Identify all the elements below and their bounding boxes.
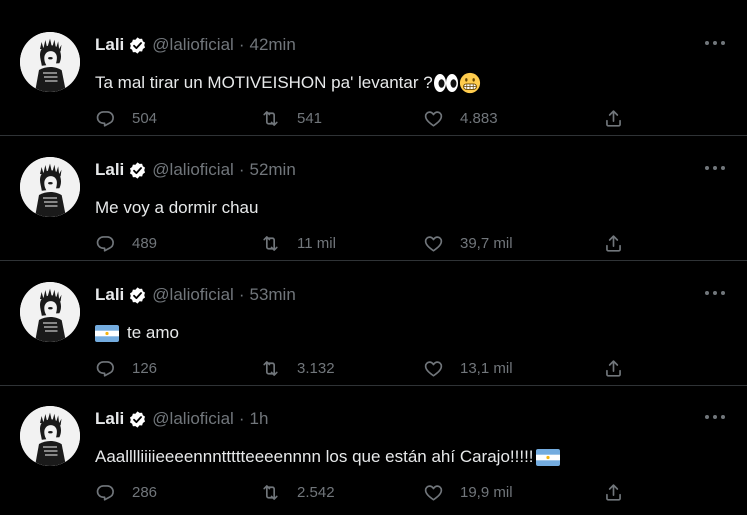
tweet-text: Me voy a dormir chau bbox=[95, 198, 259, 217]
tweet-text: Aaalllliiiieeeennnttttteeeennnn los que … bbox=[95, 447, 534, 466]
avatar[interactable] bbox=[20, 157, 80, 217]
more-icon[interactable] bbox=[705, 36, 725, 50]
verified-badge-icon bbox=[128, 410, 147, 429]
share-icon bbox=[603, 482, 624, 503]
tweet-text-row: Me voy a dormir chau bbox=[95, 195, 258, 221]
tweet-actions: 504 541 4.883 bbox=[95, 107, 635, 129]
tweet-header: Lali @lalioficial · 1h bbox=[95, 408, 268, 430]
like-icon bbox=[423, 482, 444, 503]
retweet-button[interactable]: 2.542 bbox=[260, 481, 335, 503]
more-icon[interactable] bbox=[705, 161, 725, 175]
share-button[interactable] bbox=[603, 481, 624, 503]
tweet-actions: 126 3.132 13,1 mil bbox=[95, 357, 635, 379]
share-button[interactable] bbox=[603, 107, 624, 129]
share-icon bbox=[603, 233, 624, 254]
author-handle[interactable]: @lalioficial bbox=[152, 285, 234, 305]
reply-count: 286 bbox=[132, 483, 158, 501]
avatar[interactable] bbox=[20, 282, 80, 342]
share-icon bbox=[603, 358, 624, 379]
retweet-count: 541 bbox=[297, 109, 323, 127]
tweet-text: te amo bbox=[127, 323, 179, 342]
tweet-text-row: te amo bbox=[95, 320, 179, 346]
verified-badge-icon bbox=[128, 161, 147, 180]
eyes-emoji-icon bbox=[433, 73, 459, 93]
reply-count: 504 bbox=[132, 109, 158, 127]
tweet[interactable]: Lali @lalioficial · 1h Aaalllliiiieeeenn… bbox=[0, 386, 747, 510]
separator-dot: · bbox=[238, 160, 245, 179]
more-icon[interactable] bbox=[705, 410, 725, 424]
tweet[interactable]: Lali @lalioficial · 42min Ta mal tirar u… bbox=[0, 12, 747, 136]
more-icon[interactable] bbox=[705, 286, 725, 300]
separator-dot: · bbox=[238, 409, 245, 428]
like-button[interactable]: 19,9 mil bbox=[423, 481, 513, 503]
tweet-timestamp[interactable]: 1h bbox=[249, 409, 268, 429]
like-button[interactable]: 13,1 mil bbox=[423, 357, 513, 379]
tweet-header: Lali @lalioficial · 53min bbox=[95, 284, 296, 306]
like-button[interactable]: 39,7 mil bbox=[423, 232, 513, 254]
tweet-header: Lali @lalioficial · 42min bbox=[95, 34, 296, 56]
reply-button[interactable]: 489 bbox=[95, 232, 157, 254]
retweet-icon bbox=[260, 233, 281, 254]
author-name[interactable]: Lali bbox=[95, 285, 124, 305]
argentina-flag-emoji-icon bbox=[536, 449, 560, 466]
tweet-timestamp[interactable]: 52min bbox=[249, 160, 295, 180]
avatar[interactable] bbox=[20, 32, 80, 92]
reply-icon bbox=[95, 108, 116, 129]
retweet-button[interactable]: 541 bbox=[260, 107, 322, 129]
like-count: 19,9 mil bbox=[460, 483, 513, 501]
verified-badge-icon bbox=[128, 36, 147, 55]
reply-count: 489 bbox=[132, 234, 158, 252]
retweet-count: 3.132 bbox=[297, 359, 335, 377]
author-handle[interactable]: @lalioficial bbox=[152, 409, 234, 429]
share-button[interactable] bbox=[603, 357, 624, 379]
separator-dot: · bbox=[238, 35, 245, 54]
reply-button[interactable]: 126 bbox=[95, 357, 157, 379]
like-icon bbox=[423, 108, 444, 129]
tweet[interactable]: Lali @lalioficial · 53min te amo 126 3.1… bbox=[0, 262, 747, 386]
grimacing-face-emoji-icon bbox=[459, 72, 481, 94]
retweet-button[interactable]: 11 mil bbox=[260, 232, 336, 254]
reply-count: 126 bbox=[132, 359, 158, 377]
retweet-icon bbox=[260, 108, 281, 129]
author-handle[interactable]: @lalioficial bbox=[152, 160, 234, 180]
author-name[interactable]: Lali bbox=[95, 35, 124, 55]
retweet-icon bbox=[260, 358, 281, 379]
tweet-header: Lali @lalioficial · 52min bbox=[95, 159, 296, 181]
like-count: 39,7 mil bbox=[460, 234, 513, 252]
retweet-count: 2.542 bbox=[297, 483, 335, 501]
separator-dot: · bbox=[238, 285, 245, 304]
tweet-timestamp[interactable]: 42min bbox=[249, 35, 295, 55]
reply-icon bbox=[95, 482, 116, 503]
share-button[interactable] bbox=[603, 232, 624, 254]
reply-icon bbox=[95, 358, 116, 379]
author-handle[interactable]: @lalioficial bbox=[152, 35, 234, 55]
tweet-text-row: Ta mal tirar un MOTIVEISHON pa' levantar… bbox=[95, 70, 481, 96]
tweet-timestamp[interactable]: 53min bbox=[249, 285, 295, 305]
reply-button[interactable]: 286 bbox=[95, 481, 157, 503]
like-button[interactable]: 4.883 bbox=[423, 107, 498, 129]
tweet[interactable]: Lali @lalioficial · 52min Me voy a dormi… bbox=[0, 137, 747, 261]
avatar[interactable] bbox=[20, 406, 80, 466]
retweet-count: 11 mil bbox=[297, 234, 336, 252]
author-name[interactable]: Lali bbox=[95, 409, 124, 429]
tweet-feed: Lali @lalioficial · 42min Ta mal tirar u… bbox=[0, 0, 747, 515]
like-count: 4.883 bbox=[460, 109, 498, 127]
tweet-actions: 489 11 mil 39,7 mil bbox=[95, 232, 635, 254]
retweet-button[interactable]: 3.132 bbox=[260, 357, 335, 379]
tweet-text-row: Aaalllliiiieeeennnttttteeeennnn los que … bbox=[95, 444, 560, 470]
retweet-icon bbox=[260, 482, 281, 503]
author-name[interactable]: Lali bbox=[95, 160, 124, 180]
like-icon bbox=[423, 358, 444, 379]
reply-icon bbox=[95, 233, 116, 254]
tweet-text: Ta mal tirar un MOTIVEISHON pa' levantar… bbox=[95, 73, 433, 92]
like-count: 13,1 mil bbox=[460, 359, 513, 377]
reply-button[interactable]: 504 bbox=[95, 107, 157, 129]
argentina-flag-emoji-icon bbox=[95, 325, 119, 342]
tweet-actions: 286 2.542 19,9 mil bbox=[95, 481, 635, 503]
share-icon bbox=[603, 108, 624, 129]
like-icon bbox=[423, 233, 444, 254]
verified-badge-icon bbox=[128, 286, 147, 305]
